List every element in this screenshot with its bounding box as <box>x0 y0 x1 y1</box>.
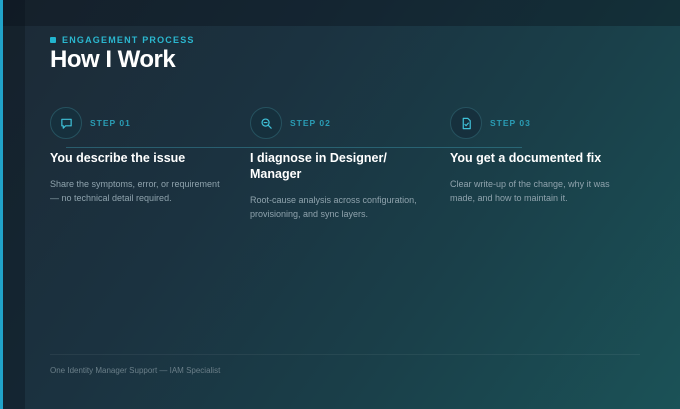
step-header: STEP 01 <box>50 107 240 139</box>
step-number: STEP 01 <box>90 118 131 128</box>
step-card-3: STEP 03 You get a documented fix Clear w… <box>450 107 640 205</box>
step-title: I diagnose in Designer/ Manager <box>250 151 387 181</box>
step-description: Root-cause analysis across configuration… <box>250 195 417 219</box>
page-title: How I Work <box>50 46 176 73</box>
step-number: STEP 03 <box>490 118 531 128</box>
footer-text: One Identity Manager Support — IAM Speci… <box>50 366 221 375</box>
section-eyebrow: ENGAGEMENT PROCESS <box>50 35 195 45</box>
footer-divider <box>50 354 640 355</box>
step-header: STEP 02 <box>250 107 440 139</box>
step-title: You describe the issue <box>50 151 186 165</box>
eyebrow-square-icon <box>50 37 56 43</box>
document-check-icon <box>450 107 482 139</box>
accent-rail <box>0 0 3 409</box>
step-card-2: STEP 02 I diagnose in Designer/ Manager … <box>250 107 440 221</box>
top-bar <box>3 0 680 26</box>
left-gutter <box>3 0 25 409</box>
search-icon <box>250 107 282 139</box>
step-header: STEP 03 <box>450 107 640 139</box>
step-title: You get a documented fix <box>450 151 602 165</box>
step-description: Clear write-up of the change, why it was… <box>450 179 610 203</box>
step-number: STEP 02 <box>290 118 331 128</box>
step-description: Share the symptoms, error, or requiremen… <box>50 179 220 203</box>
step-card-1: STEP 01 You describe the issue Share the… <box>50 107 240 205</box>
eyebrow-label: ENGAGEMENT PROCESS <box>62 35 195 45</box>
message-icon <box>50 107 82 139</box>
